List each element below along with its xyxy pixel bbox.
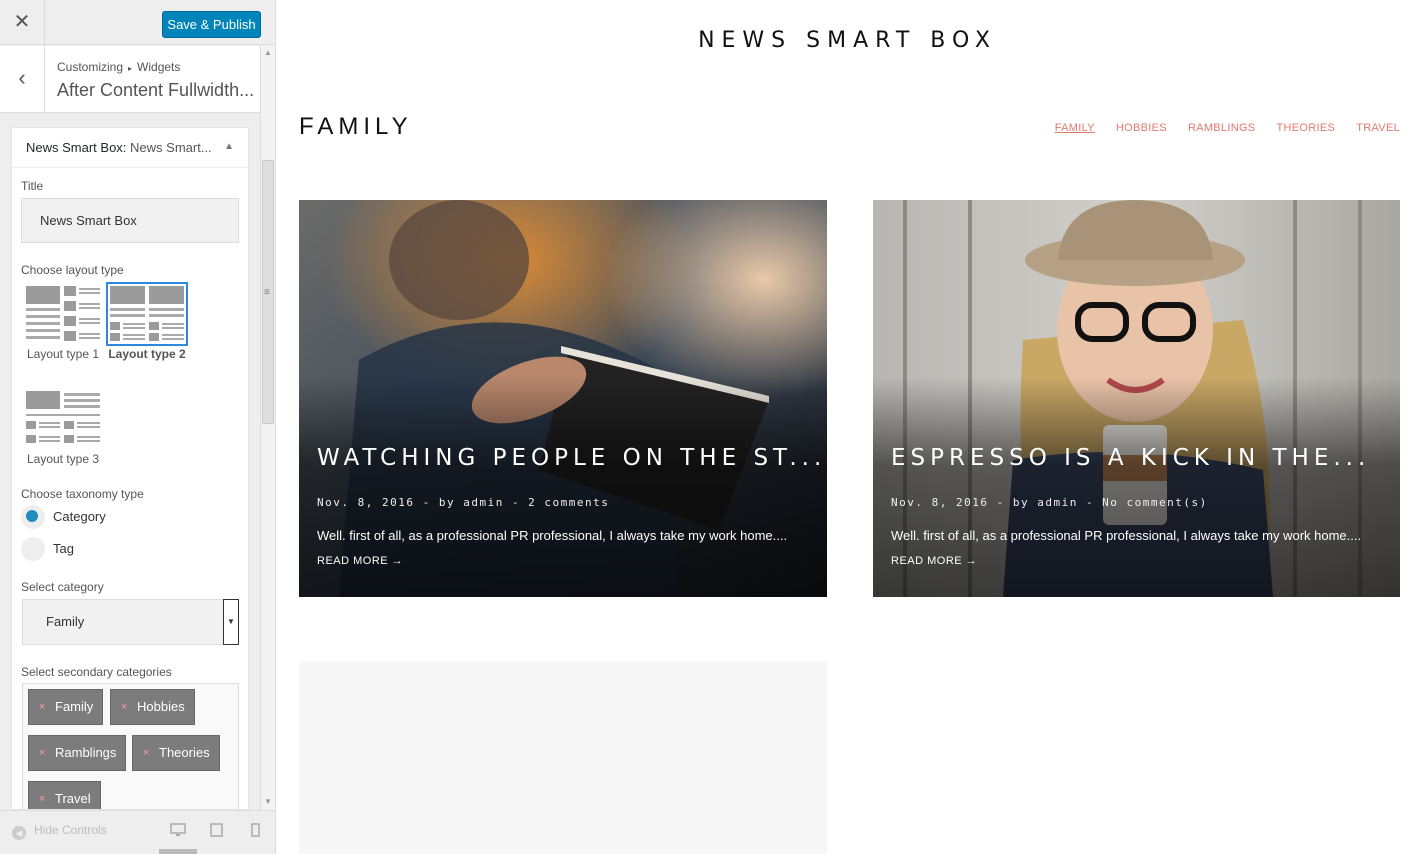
post-card[interactable]: WATCHING PEOPLE ON THE ST... Nov. 8, 201… xyxy=(299,200,827,597)
hide-controls-label: Hide Controls xyxy=(34,823,107,837)
title-input[interactable]: News Smart Box xyxy=(21,198,239,243)
post-title[interactable]: WATCHING PEOPLE ON THE ST... xyxy=(317,445,826,471)
mobile-preview-icon[interactable] xyxy=(251,823,260,840)
desktop-preview-icon[interactable] xyxy=(170,823,186,840)
collapse-arrow-icon[interactable]: ▲ xyxy=(224,141,234,152)
customizer-header: ✕ Save & Publish xyxy=(0,0,275,45)
chip-hobbies[interactable]: × Hobbies xyxy=(110,689,195,725)
back-arrow-icon[interactable]: ‹ xyxy=(0,46,45,113)
widget-panel: News Smart Box: News Smart... ▲ Title Ne… xyxy=(11,127,249,810)
category-link-theories[interactable]: THEORIES xyxy=(1277,122,1336,134)
layout-option-3[interactable]: Layout type 3 xyxy=(21,391,105,466)
remove-icon[interactable]: × xyxy=(39,736,45,770)
category-label: Select category xyxy=(21,580,104,594)
category-link-ramblings[interactable]: RAMBLINGS xyxy=(1188,122,1256,134)
layout-option-1-label: Layout type 1 xyxy=(26,347,100,361)
category-link-hobbies[interactable]: HOBBIES xyxy=(1116,122,1167,134)
remove-icon[interactable]: × xyxy=(143,736,149,770)
post-title[interactable]: ESPRESSO IS A KICK IN THE... xyxy=(891,445,1370,471)
collapse-icon: ◀ xyxy=(12,826,26,840)
secondary-category-chips: × Family × Hobbies × Ramblings × Theorie… xyxy=(22,683,239,809)
category-select-value: Family xyxy=(46,614,85,629)
chip-theories[interactable]: × Theories xyxy=(132,735,220,771)
breadcrumb-current: Widgets xyxy=(137,60,181,74)
radio-tag-label: Tag xyxy=(53,541,74,556)
scroll-up-icon[interactable]: ▲ xyxy=(264,48,272,57)
read-more-link[interactable]: READ MORE → xyxy=(891,555,977,567)
breadcrumb-root: Customizing xyxy=(57,60,124,74)
scroll-grip-icon: ≡ xyxy=(264,287,270,298)
read-more-link[interactable]: READ MORE → xyxy=(317,555,403,567)
customizer-sidebar: ✕ Save & Publish ‹ Customizing ▸ Widgets A… xyxy=(0,0,276,854)
hide-controls-button[interactable]: ◀ Hide Controls xyxy=(12,823,107,840)
post-meta: Nov. 8, 2016 - by admin - No comment(s) xyxy=(891,496,1208,509)
secondary-label: Select secondary categories xyxy=(21,665,172,679)
layout-2-icon xyxy=(106,282,188,346)
chip-travel[interactable]: × Travel xyxy=(28,781,101,809)
chip-label: Family xyxy=(55,699,94,714)
layout-3-icon xyxy=(26,391,100,447)
radio-category-label: Category xyxy=(53,509,106,524)
layout-1-icon xyxy=(26,286,100,342)
section-title: After Content Fullwidth... xyxy=(57,80,255,100)
post-card-loading xyxy=(299,661,827,854)
radio-category-icon[interactable] xyxy=(21,505,45,529)
breadcrumb: Customizing ▸ Widgets xyxy=(57,60,180,74)
layout-option-2-label: Layout type 2 xyxy=(108,347,186,361)
site-preview: NEWS SMART BOX FAMILY FAMILY HOBBIES RAM… xyxy=(276,0,1419,854)
widget-header[interactable]: News Smart Box: News Smart... ▲ xyxy=(12,128,248,168)
chip-label: Travel xyxy=(55,791,91,806)
post-excerpt: Well. first of all, as a professional PR… xyxy=(891,528,1362,543)
post-meta: Nov. 8, 2016 - by admin - 2 comments xyxy=(317,496,610,509)
close-icon[interactable]: ✕ xyxy=(0,0,45,45)
scroll-down-icon[interactable]: ▼ xyxy=(264,797,272,806)
post-card[interactable]: ESPRESSO IS A KICK IN THE... Nov. 8, 201… xyxy=(873,200,1400,597)
radio-tag-icon[interactable] xyxy=(21,537,45,561)
layout-option-2[interactable]: Layout type 2 xyxy=(106,282,188,361)
chip-label: Ramblings xyxy=(55,745,117,760)
chip-label: Hobbies xyxy=(137,699,185,714)
remove-icon[interactable]: × xyxy=(121,690,127,724)
category-nav: FAMILY HOBBIES RAMBLINGS THEORIES TRAVEL xyxy=(1037,122,1400,134)
layout-label: Choose layout type xyxy=(21,263,124,277)
chip-ramblings[interactable]: × Ramblings xyxy=(28,735,127,771)
chip-label: Theories xyxy=(159,745,210,760)
taxonomy-label: Choose taxonomy type xyxy=(21,487,144,501)
chip-family[interactable]: × Family xyxy=(28,689,104,725)
category-link-family[interactable]: FAMILY xyxy=(1055,122,1095,134)
remove-icon[interactable]: × xyxy=(39,782,45,809)
layout-option-3-label: Layout type 3 xyxy=(26,452,100,466)
save-publish-button[interactable]: Save & Publish xyxy=(162,11,261,38)
post-excerpt: Well. first of all, as a professional PR… xyxy=(317,528,788,543)
section-header: ‹ Customizing ▸ Widgets After Content Full… xyxy=(0,46,260,113)
widget-title-rest: News Smart... xyxy=(130,140,212,155)
title-label: Title xyxy=(21,179,44,193)
remove-icon[interactable]: × xyxy=(39,690,45,724)
box-title: FAMILY xyxy=(299,113,413,140)
dropdown-arrow-icon[interactable]: ▼ xyxy=(223,599,239,645)
layout-option-1[interactable]: Layout type 1 xyxy=(21,286,105,361)
widget-title-strong: News Smart Box: xyxy=(26,140,127,155)
active-device-indicator xyxy=(159,849,197,854)
category-link-travel[interactable]: TRAVEL xyxy=(1356,122,1400,134)
tablet-preview-icon[interactable] xyxy=(210,823,223,840)
site-title[interactable]: NEWS SMART BOX xyxy=(276,28,1419,53)
customizer-footer: ◀ Hide Controls xyxy=(0,810,275,854)
breadcrumb-separator-icon: ▸ xyxy=(128,64,133,73)
widget-title: News Smart Box: News Smart... xyxy=(26,140,212,155)
category-select[interactable]: Family ▼ xyxy=(22,599,239,645)
